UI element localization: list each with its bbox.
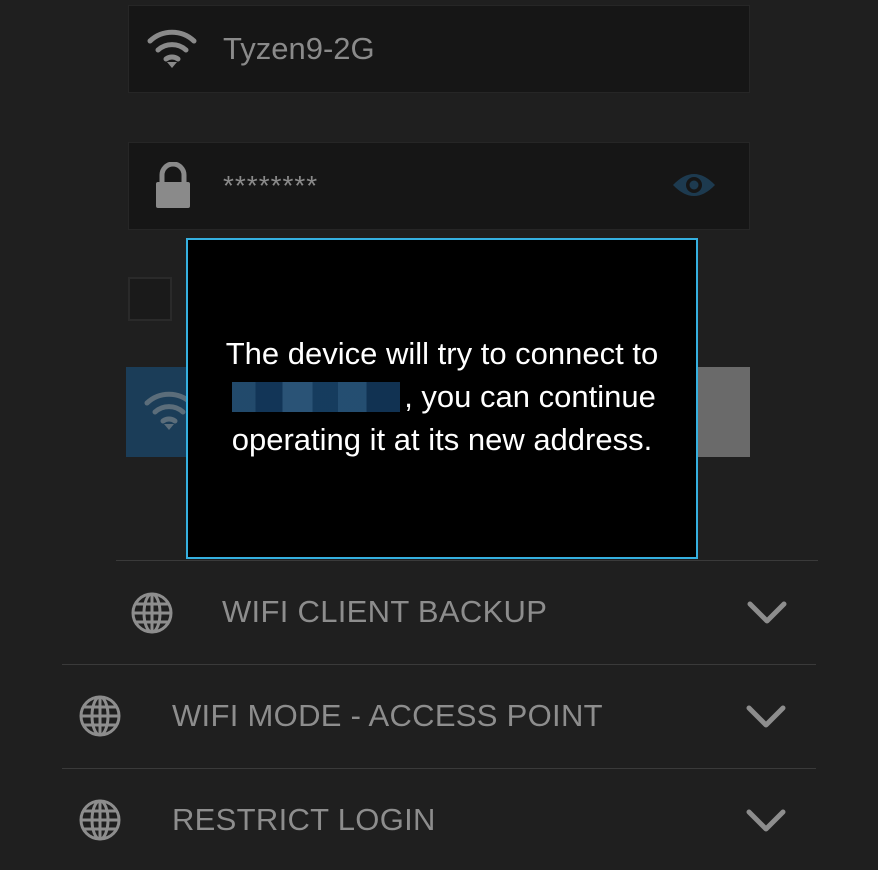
globe-icon (78, 798, 122, 847)
connection-dialog: The device will try to connect to , you … (186, 238, 698, 559)
lock-icon (153, 143, 193, 229)
chevron-down-icon[interactable] (745, 808, 787, 839)
divider (62, 768, 816, 769)
ssid-field[interactable]: Tyzen9-2G (128, 5, 750, 93)
dialog-message: The device will try to connect to , you … (222, 332, 662, 461)
section-restrict-login[interactable]: RESTRICT LOGIN (62, 770, 816, 870)
password-field[interactable]: ******** (128, 142, 750, 230)
show-password-eye-icon[interactable] (671, 167, 717, 208)
globe-icon (130, 591, 174, 640)
chevron-down-icon[interactable] (746, 600, 788, 631)
section-wifi-mode-access-point[interactable]: WIFI MODE - ACCESS POINT (62, 666, 816, 766)
divider (116, 560, 818, 561)
ssid-value: Tyzen9-2G (223, 31, 375, 66)
wifi-icon (147, 6, 197, 92)
globe-icon (78, 694, 122, 743)
section-wifi-client-backup[interactable]: WIFI CLIENT BACKUP (116, 562, 818, 662)
divider (62, 664, 816, 665)
section-label: RESTRICT LOGIN (172, 802, 436, 837)
option-checkbox[interactable] (128, 277, 172, 321)
password-value: ******** (223, 170, 319, 201)
redacted-network-name (232, 382, 401, 412)
chevron-down-icon[interactable] (745, 704, 787, 735)
section-label: WIFI CLIENT BACKUP (222, 594, 548, 629)
dialog-message-start: The device will try to connect to (225, 336, 659, 371)
section-label: WIFI MODE - ACCESS POINT (172, 698, 603, 733)
connect-button-edge (695, 367, 750, 457)
